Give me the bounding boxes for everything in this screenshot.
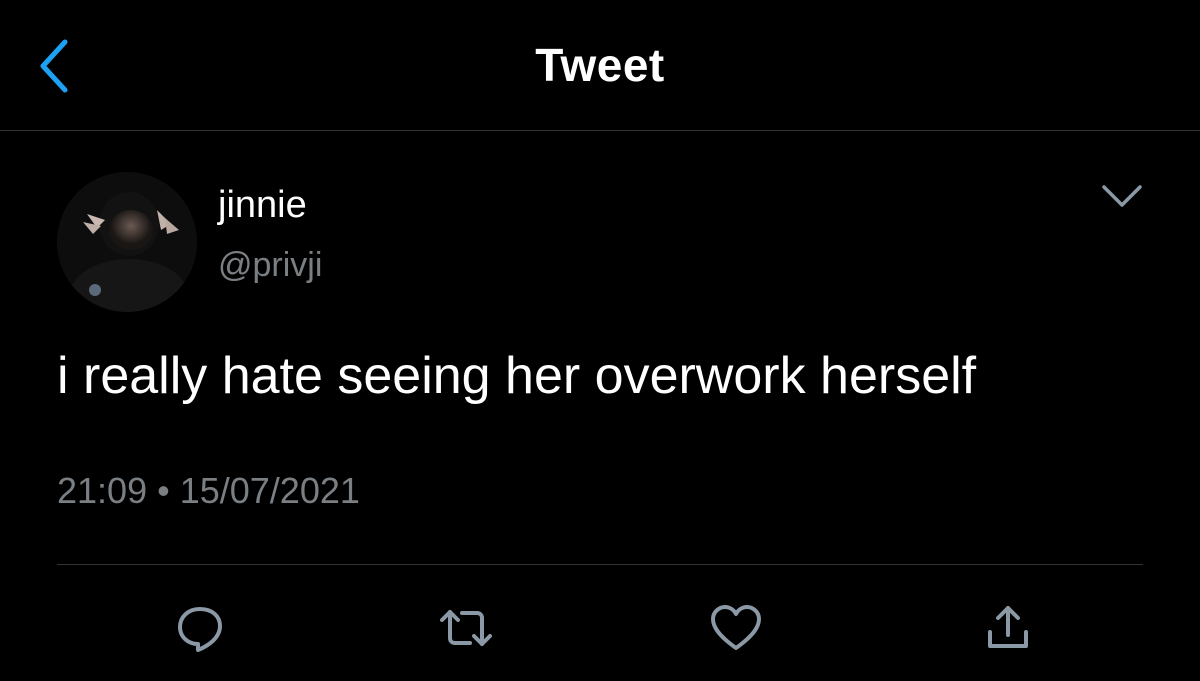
author-handle[interactable]: @privji [218, 246, 322, 285]
tweet-time: 21:09 [57, 470, 148, 511]
tweet-timestamp: 21:09 • 15/07/2021 [57, 470, 360, 512]
avatar-image [57, 172, 197, 312]
share-icon [988, 606, 1028, 648]
nav-bar: Tweet [0, 0, 1200, 131]
chevron-down-icon [1102, 185, 1142, 207]
retweet-icon [440, 610, 492, 646]
comment-icon [178, 607, 222, 652]
reply-button[interactable] [172, 600, 228, 656]
tweet-text: i really hate seeing her overwork hersel… [57, 347, 977, 405]
author-name[interactable]: jinnie [218, 184, 307, 227]
avatar[interactable] [57, 172, 197, 312]
divider [57, 564, 1143, 565]
heart-icon [711, 605, 761, 650]
tweet-date: 15/07/2021 [179, 470, 360, 511]
timestamp-separator: • [157, 470, 170, 511]
page-title: Tweet [535, 39, 665, 91]
share-button[interactable] [980, 600, 1036, 656]
like-button[interactable] [708, 600, 764, 656]
retweet-button[interactable] [438, 600, 494, 656]
more-options-button[interactable] [1096, 176, 1148, 216]
